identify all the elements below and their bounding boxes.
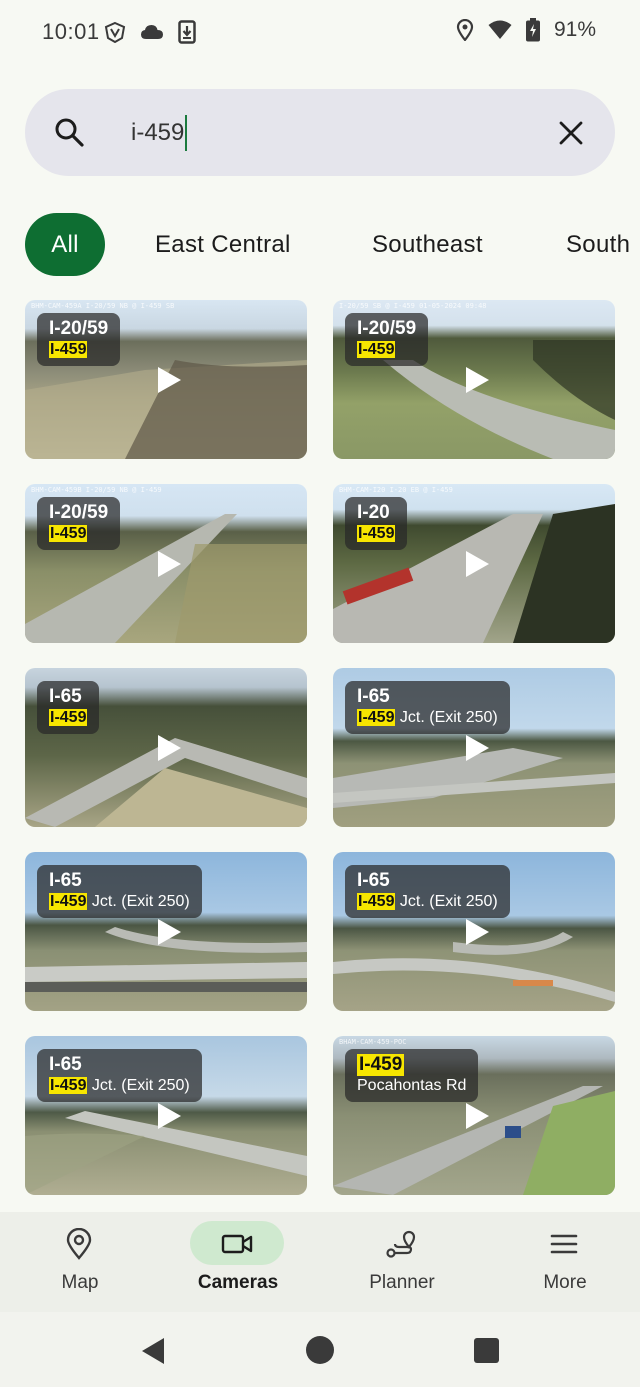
status-time: 10:01 <box>42 19 100 44</box>
battery-icon <box>525 18 540 42</box>
search-match-highlight: I-459 <box>49 709 88 726</box>
chip-all[interactable]: All <box>25 213 105 276</box>
camera-tile[interactable]: I-65 I-459 <box>25 668 307 827</box>
region-filter-chips: All East Central Southeast South <box>25 213 640 276</box>
camera-label: I-65 I-459 <box>37 681 100 734</box>
play-icon[interactable] <box>156 734 182 762</box>
search-match-highlight: I-459 <box>357 709 396 726</box>
search-input-value: i-459 <box>131 119 185 146</box>
wifi-icon <box>488 20 512 39</box>
recents-icon[interactable] <box>474 1338 499 1363</box>
search-match-highlight: I-459 <box>357 525 396 542</box>
nav-label: Map <box>61 1272 99 1293</box>
chip-southeast[interactable]: Southeast <box>372 213 483 276</box>
search-match-highlight: I-459 <box>357 893 396 910</box>
camera-tile[interactable]: BHM-CAM-459B I-20/59 NB @ I-459 I-20/59 … <box>25 484 307 643</box>
cloud-icon <box>141 25 163 39</box>
nav-cameras[interactable]: Cameras <box>158 1212 318 1312</box>
play-icon[interactable] <box>156 918 182 946</box>
search-bar[interactable]: i-459 <box>25 89 615 176</box>
search-match-highlight: I-459 <box>49 1077 88 1094</box>
camera-route: I-20/59 <box>49 318 109 339</box>
camera-route: I-65 <box>357 686 390 707</box>
camera-route: I-65 <box>49 686 82 707</box>
camera-tile[interactable]: I-65 I-459 Jct. (Exit 250) <box>25 852 307 1011</box>
nav-more[interactable]: More <box>485 1212 640 1312</box>
camera-tile[interactable]: I-65 I-459 Jct. (Exit 250) <box>333 852 615 1011</box>
status-bar: 10:01 91% <box>0 0 640 64</box>
camera-route: I-20/59 <box>357 318 417 339</box>
play-icon[interactable] <box>156 1102 182 1130</box>
camera-label: I-20/59 I-459 <box>345 313 429 366</box>
route-planner-icon <box>386 1230 416 1258</box>
search-match-highlight: I-459 <box>357 1054 405 1076</box>
home-icon[interactable] <box>305 1335 335 1365</box>
download-icon <box>178 20 196 44</box>
search-match-highlight: I-459 <box>49 341 88 358</box>
nav-label: Cameras <box>197 1272 279 1293</box>
camera-route: I-20/59 <box>49 502 109 523</box>
camera-label: I-65 I-459 Jct. (Exit 250) <box>37 1049 202 1102</box>
video-camera-icon <box>221 1234 253 1254</box>
camera-label: I-20 I-459 <box>345 497 408 550</box>
play-icon[interactable] <box>464 1102 490 1130</box>
search-match-highlight: I-459 <box>49 525 88 542</box>
camera-tile[interactable]: BHM-CAM-I20 I-20 EB @ I-459 I-20 I-459 <box>333 484 615 643</box>
camera-detail: Jct. (Exit 250) <box>395 709 498 726</box>
search-match-highlight: I-459 <box>357 341 396 358</box>
camera-tile[interactable]: I-20/59 SB @ I-459 01-05-2024 09:48 I-20… <box>333 300 615 459</box>
search-icon[interactable] <box>54 117 84 147</box>
battery-percent: 91% <box>553 18 596 41</box>
close-icon[interactable] <box>557 119 585 147</box>
camera-route: I-65 <box>357 870 390 891</box>
camera-label: I-65 I-459 Jct. (Exit 250) <box>37 865 202 918</box>
map-pin-icon <box>66 1228 92 1260</box>
play-icon[interactable] <box>464 734 490 762</box>
back-icon[interactable] <box>140 1337 166 1365</box>
camera-tile[interactable]: I-65 I-459 Jct. (Exit 250) <box>333 668 615 827</box>
camera-label: I-65 I-459 Jct. (Exit 250) <box>345 865 510 918</box>
nav-label: More <box>543 1272 587 1293</box>
search-match-highlight: I-459 <box>49 893 88 910</box>
nav-label: Planner <box>369 1272 435 1293</box>
chip-south[interactable]: South <box>566 213 630 276</box>
camera-label: I-20/59 I-459 <box>37 313 121 366</box>
text-caret <box>185 115 188 151</box>
camera-detail: Jct. (Exit 250) <box>87 1077 190 1094</box>
camera-tile[interactable]: I-65 I-459 Jct. (Exit 250) <box>25 1036 307 1195</box>
play-icon[interactable] <box>464 550 490 578</box>
camera-tile[interactable]: BHM-CAM-459A I-20/59 NB @ I-459 SB I-20/… <box>25 300 307 459</box>
location-icon <box>456 19 474 41</box>
nav-map[interactable]: Map <box>0 1212 160 1312</box>
camera-detail: Pocahontas Rd <box>357 1077 467 1094</box>
camera-tile[interactable]: BHAM-CAM-459-POC I-459 Pocahontas Rd <box>333 1036 615 1195</box>
search-input[interactable]: i-459 <box>131 113 188 153</box>
chip-east-central[interactable]: East Central <box>155 213 291 276</box>
camera-route: I-20 <box>357 502 390 523</box>
play-icon[interactable] <box>156 550 182 578</box>
menu-icon <box>550 1234 578 1254</box>
nav-planner[interactable]: Planner <box>322 1212 482 1312</box>
play-icon[interactable] <box>156 366 182 394</box>
play-icon[interactable] <box>464 366 490 394</box>
system-navigation-bar <box>0 1312 640 1387</box>
play-icon[interactable] <box>464 918 490 946</box>
camera-detail: Jct. (Exit 250) <box>395 893 498 910</box>
camera-label: I-459 Pocahontas Rd <box>345 1049 479 1102</box>
camera-grid: BHM-CAM-459A I-20/59 NB @ I-459 SB I-20/… <box>25 300 615 1196</box>
camera-route: I-65 <box>49 870 82 891</box>
camera-label: I-20/59 I-459 <box>37 497 121 550</box>
vpn-icon <box>104 21 126 43</box>
camera-detail: Jct. (Exit 250) <box>87 893 190 910</box>
camera-label: I-65 I-459 Jct. (Exit 250) <box>345 681 510 734</box>
camera-route: I-65 <box>49 1054 82 1075</box>
bottom-navigation: Map Cameras Planner More <box>0 1212 640 1312</box>
